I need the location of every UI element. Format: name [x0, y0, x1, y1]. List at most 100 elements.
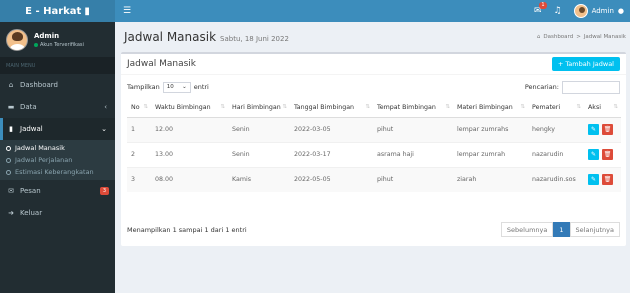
sidebar-item-data[interactable]: ▬ Data ‹	[0, 96, 115, 118]
sort-icon: ⇅	[576, 104, 581, 111]
add-jadwal-button[interactable]: + Tambah Jadwal	[551, 57, 620, 71]
circle-icon	[6, 157, 11, 163]
circle-icon	[6, 145, 11, 151]
sidebar-item-label: Keluar	[20, 209, 43, 217]
col-pemateri[interactable]: Pemateri ⇅	[528, 99, 584, 118]
col-aksi[interactable]: Aksi ⇅	[584, 99, 621, 118]
home-icon: ⌂	[8, 81, 14, 89]
cell-tempat: pihut	[373, 116, 453, 142]
cell-no: 3	[127, 166, 151, 192]
main-content: Jadwal Manasik Sabtu, 18 Juni 2022 ⌂ Das…	[115, 22, 630, 293]
entries-label: entri	[193, 83, 209, 91]
user-panel: Admin Akun Terverifikasi	[0, 22, 115, 57]
breadcrumb-current: Jadwal Manasik	[583, 34, 626, 40]
cell-no: 2	[127, 141, 151, 167]
search-input[interactable]	[562, 80, 620, 94]
table-row: 1 12.00 Senin 2022-03-05 pihut lempar zu…	[127, 116, 621, 142]
cell-pemateri: nazarudin	[528, 141, 584, 167]
user-avatar	[6, 28, 28, 51]
submenu-label: Jadwal Manasik	[15, 144, 65, 152]
sign-out-icon: ➜	[8, 209, 14, 217]
col-label: Tanggal Bimbingan	[294, 104, 355, 112]
delete-button[interactable]: 🗑	[602, 149, 613, 160]
submenu-item-jadwal-manasik[interactable]: Jadwal Manasik	[0, 142, 115, 154]
col-label: Tempat Bimbingan	[377, 104, 436, 112]
breadcrumb-separator: >	[576, 34, 581, 40]
show-label: Tampilkan	[127, 83, 160, 91]
top-navbar: ☰ ✉ 1 ♫ Admin ●	[115, 0, 630, 22]
col-hari[interactable]: Hari Bimbingan ⇅	[228, 99, 290, 118]
edit-button[interactable]: ✎	[588, 124, 599, 135]
user-name: Admin	[34, 31, 60, 40]
sort-icon: ⇅	[282, 104, 287, 111]
col-tanggal[interactable]: Tanggal Bimbingan ⇅	[290, 99, 373, 118]
col-no[interactable]: No ⇅	[127, 99, 151, 118]
sidebar-item-keluar[interactable]: ➜ Keluar	[0, 202, 115, 224]
page-title: Jadwal Manasik	[124, 30, 217, 44]
page-length-select[interactable]: 10 ⌄	[162, 81, 191, 93]
table-row: 3 08.00 Kamis 2022-05-05 pihut ziarah na…	[127, 166, 621, 192]
sort-icon: ⇅	[220, 104, 225, 111]
chevron-down-icon: ⌄	[182, 84, 187, 90]
next-page-button[interactable]: Selanjutnya	[569, 222, 620, 237]
page-length-value: 10	[166, 84, 174, 90]
jadwal-box: Jadwal Manasik + Tambah Jadwal Tampilkan…	[121, 52, 626, 246]
status-dot-icon	[34, 42, 38, 47]
delete-button[interactable]: 🗑	[602, 174, 613, 186]
submenu-item-jadwal-perjalanan[interactable]: Jadwal Perjalanan	[0, 154, 115, 166]
cell-waktu: 08.00	[151, 166, 228, 192]
sidebar-item-dashboard[interactable]: ⌂ Dashboard	[0, 74, 115, 96]
prev-page-button[interactable]: Sebelumnya	[500, 222, 554, 237]
sidebar-item-pesan[interactable]: ✉ Pesan 3	[0, 180, 115, 202]
col-label: Waktu Bimbingan	[155, 104, 211, 112]
check-circle-icon: ●	[617, 7, 624, 15]
col-label: Materi Bimbingan	[457, 104, 513, 112]
book-icon: ▮	[84, 5, 90, 17]
cell-materi: lempar zumrahs	[453, 116, 528, 142]
col-label: Aksi	[588, 104, 601, 112]
sort-icon: ⇅	[445, 104, 450, 111]
cell-tanggal: 2022-05-05	[290, 166, 373, 192]
col-tempat[interactable]: Tempat Bimbingan ⇅	[373, 99, 453, 118]
edit-button[interactable]: ✎	[588, 174, 599, 186]
cell-aksi: ✎ 🗑	[584, 166, 621, 192]
sidebar-item-label: Jadwal	[20, 125, 43, 133]
cell-pemateri: hengky	[528, 116, 584, 142]
delete-button[interactable]: 🗑	[602, 124, 613, 135]
menu-header: MAIN MENU	[0, 57, 115, 74]
submenu-item-estimasi-keberangkatan[interactable]: Estimasi Keberangkatan	[0, 166, 115, 178]
envelope-icon: ✉	[8, 187, 14, 195]
sort-icon: ⇅	[520, 104, 525, 111]
breadcrumb-dashboard[interactable]: Dashboard	[543, 34, 573, 40]
user-status: Akun Terverifikasi	[34, 42, 84, 48]
cell-aksi: ✎ 🗑	[584, 116, 621, 142]
cell-waktu: 13.00	[151, 141, 228, 167]
sort-icon: ⇅	[613, 104, 618, 111]
bell-icon[interactable]: ♫	[554, 6, 562, 16]
avatar	[573, 4, 588, 18]
sidebar-item-label: Data	[20, 103, 37, 111]
app-title: E - Harkat	[25, 5, 82, 17]
table-row: 2 13.00 Senin 2022-03-17 asrama haji lem…	[127, 141, 621, 167]
search-label: Pencarian:	[524, 83, 559, 91]
menu-toggle-icon[interactable]: ☰	[123, 6, 131, 16]
sort-icon: ⇅	[143, 104, 148, 111]
box-title: Jadwal Manasik	[127, 59, 197, 69]
sidebar-item-label: Dashboard	[20, 81, 58, 89]
col-waktu[interactable]: Waktu Bimbingan ⇅	[151, 99, 228, 118]
cell-no: 1	[127, 116, 151, 142]
cell-tanggal: 2022-03-17	[290, 141, 373, 167]
app-logo[interactable]: E - Harkat ▮	[0, 0, 115, 22]
table-footer: Menampilkan 1 sampai 1 dari 1 entri Sebe…	[127, 222, 620, 237]
col-materi[interactable]: Materi Bimbingan ⇅	[453, 99, 528, 118]
envelope-icon[interactable]: ✉ 1	[534, 2, 547, 16]
user-menu[interactable]: Admin ●	[573, 4, 624, 18]
cell-tempat: pihut	[373, 166, 453, 192]
edit-button[interactable]: ✎	[588, 149, 599, 160]
sidebar-item-jadwal[interactable]: ▮ Jadwal ⌄	[0, 118, 115, 140]
home-icon: ⌂	[536, 34, 541, 40]
user-status-text: Akun Terverifikasi	[40, 41, 84, 48]
page-1-button[interactable]: 1	[553, 222, 570, 237]
cell-aksi: ✎ 🗑	[584, 141, 621, 167]
jadwal-table: No ⇅ Waktu Bimbingan ⇅ Hari Bimbingan ⇅ Tan…	[127, 99, 621, 192]
